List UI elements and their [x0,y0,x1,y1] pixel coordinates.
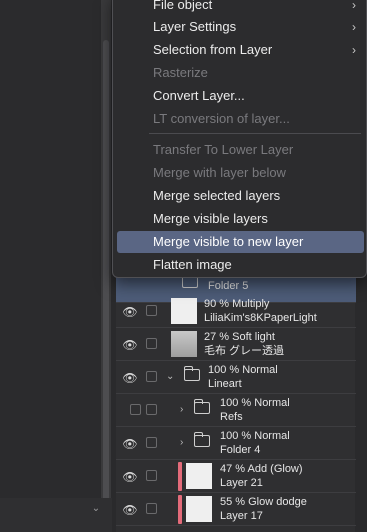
layer-name: 毛布 グレー透過 [204,345,285,357]
chevron-right-icon[interactable]: › [180,404,183,415]
layer-blend: 55 % Glow dodge [220,496,307,508]
layer-thumbnail [186,496,212,522]
chevron-right-icon: › [352,43,356,57]
menu-item-label: Merge with layer below [153,165,286,180]
menu-item-convert-layer[interactable]: Convert Layer... [117,85,364,107]
layer-row[interactable]: 👁 90 % Multiply LiliaKim's8KPaperLight [116,295,356,328]
layer-blend: 100 % Normal [220,397,290,409]
eye-icon[interactable]: 👁 [116,328,144,361]
menu-item-transfer-to-lower: Transfer To Lower Layer [117,139,364,161]
layer-blend: 47 % Add (Glow) [220,463,303,475]
layer-row[interactable]: 👁 › 100 % Normal Folder 4 [116,427,356,460]
layer-name: Layer 21 [220,477,263,489]
color-tag [178,462,182,491]
layer-row[interactable]: 👁 27 % Soft light 毛布 グレー透過 [116,328,356,361]
eye-icon[interactable]: 👁 [116,361,144,394]
lock-checkbox[interactable] [146,371,157,382]
menu-item-label: Rasterize [153,65,208,80]
menu-item-lt-conversion: LT conversion of layer... [117,108,364,130]
layer-blend: 27 % Soft light [204,331,275,343]
lock-checkbox[interactable] [146,470,157,481]
eye-icon[interactable]: 👁 [116,427,144,460]
menu-item-label: Layer Settings [153,19,237,34]
menu-item-label: Transfer To Lower Layer [153,142,294,157]
layer-thumbnail [186,463,212,489]
menu-item-label: Selection from Layer [153,42,273,57]
layer-row[interactable]: › 100 % Normal Refs [116,394,356,427]
folder-open-icon [184,366,200,381]
menu-item-label: Convert Layer... [153,88,245,103]
chevron-right-icon: › [352,20,356,34]
layer-blend: 100 % Normal [208,364,278,376]
menu-item-selection-from-layer[interactable]: Selection from Layer › [117,39,364,61]
lock-checkbox[interactable] [146,503,157,514]
lock-checkbox[interactable] [146,338,157,349]
layer-thumbnail [171,298,197,324]
menu-item-merge-with-below: Merge with layer below [117,162,364,184]
lock-checkbox[interactable] [146,404,157,415]
layer-row[interactable]: 👁 47 % Add (Glow) Layer 21 [116,460,356,493]
menu-item-label: File object [153,0,213,12]
folder-icon [194,399,210,414]
menu-item-layer-settings[interactable]: Layer Settings › [117,16,364,38]
menu-item-flatten-image[interactable]: Flatten image [117,254,364,276]
eye-icon[interactable]: 👁 [116,295,144,328]
menu-item-label: Merge visible layers [153,211,268,226]
layer-name: Folder 4 [220,444,261,456]
lock-checkbox[interactable] [146,437,157,448]
layer-name: Layer 17 [220,510,263,522]
menu-item-label: Flatten image [153,257,232,272]
menu-item-merge-selected[interactable]: Merge selected layers [117,185,364,207]
layer-name: Lineart [208,378,242,390]
layer-panel-scrollbar[interactable] [355,270,367,532]
folder-icon [194,432,210,447]
layer-name: LiliaKim's8KPaperLight [204,312,317,324]
layer-name: Refs [220,411,243,423]
layer-blend: 100 % Normal [220,430,290,442]
menu-item-label: Merge visible to new layer [153,234,304,249]
canvas-area [0,0,111,532]
menu-item-label: LT conversion of layer... [153,111,290,126]
visibility-checkbox[interactable] [130,404,141,415]
menu-item-merge-visible[interactable]: Merge visible layers [117,208,364,230]
menu-item-file-object[interactable]: File object › [117,0,364,16]
layer-thumbnail [171,331,197,357]
layer-context-menu: File object › Layer Settings › Selection… [112,0,367,278]
eye-icon[interactable]: 👁 [116,493,144,526]
layer-name: Folder 5 [208,280,249,292]
layer-panel: Folder 5 👁 90 % Multiply LiliaKim's8KPap… [116,270,367,532]
layer-blend: 90 % Multiply [204,298,270,310]
layer-row[interactable]: 👁 55 % Glow dodge Layer 17 [116,493,356,526]
chevron-right-icon: › [352,0,356,12]
scrollbar-thumb[interactable] [103,40,109,510]
color-tag [178,495,182,524]
menu-separator [149,133,361,134]
menu-item-label: Merge selected layers [153,188,281,203]
menu-item-merge-visible-new[interactable]: Merge visible to new layer [117,231,364,253]
scroll-right-arrow-icon[interactable]: ⌄ [90,503,102,515]
eye-icon[interactable]: 👁 [116,460,144,493]
lock-checkbox[interactable] [146,305,157,316]
chevron-right-icon[interactable]: › [180,437,183,448]
vertical-scrollbar[interactable] [101,0,111,532]
layer-row[interactable]: 👁 ⌄ 100 % Normal Lineart [116,361,356,394]
menu-item-rasterize: Rasterize [117,62,364,84]
chevron-down-icon[interactable]: ⌄ [166,371,174,382]
